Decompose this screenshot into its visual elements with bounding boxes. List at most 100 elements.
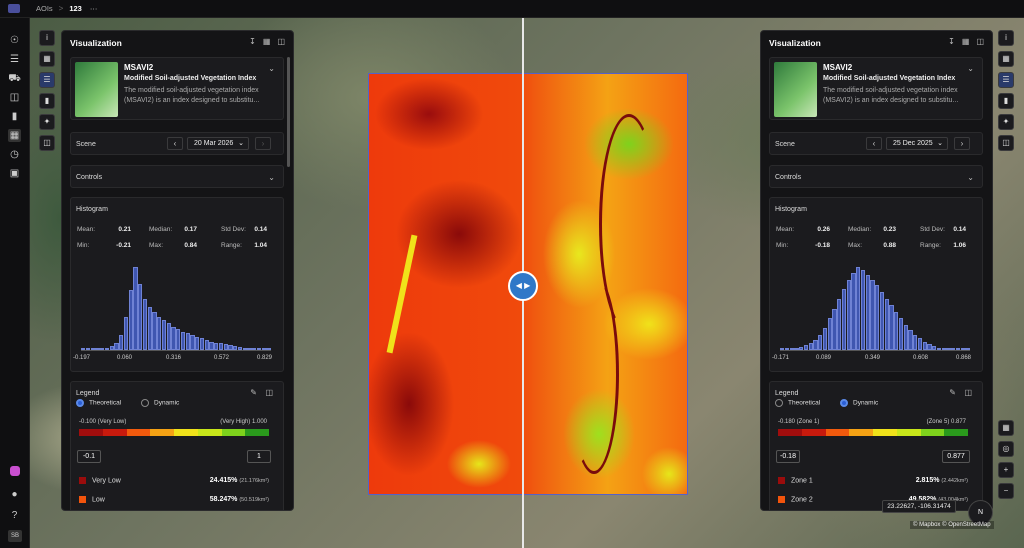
download-icon[interactable]: ↧ [249, 37, 256, 46]
chevron-down-icon[interactable]: ⌄ [268, 64, 275, 73]
layers-stack-icon[interactable]: ☰ [8, 53, 21, 66]
index-selector[interactable]: MSAVI2 Modified Soil-adjusted Vegetation… [769, 57, 983, 120]
theoretical-radio[interactable]: Theoretical [775, 399, 820, 407]
bell-icon[interactable]: ● [8, 488, 21, 501]
legend-percent: 2.815% [915, 477, 940, 484]
image-icon[interactable]: ▦ [998, 51, 1014, 67]
controls-section[interactable]: Controls ⌄ [769, 165, 983, 188]
histogram-bar [223, 344, 228, 350]
sparkle-icon[interactable]: ✦ [998, 114, 1014, 130]
sparkle-icon[interactable]: ✦ [39, 114, 55, 130]
index-description: The modified soil-adjusted vegetation in… [823, 87, 959, 104]
ramp-color-stop [102, 429, 127, 436]
range-max-input[interactable]: 0.877 [942, 450, 970, 463]
collapse-icon[interactable]: ▦ [962, 37, 970, 46]
chart-icon[interactable]: ▮ [39, 93, 55, 109]
index-thumbnail [75, 62, 118, 117]
zoom-out-button[interactable]: − [998, 483, 1014, 499]
chevron-down-icon[interactable]: ⌄ [967, 64, 974, 73]
split-view-icon[interactable]: ◫ [998, 135, 1014, 151]
mean-value: 0.26 [817, 226, 830, 233]
bar-chart-icon[interactable]: ▮ [8, 110, 21, 123]
cart-icon[interactable]: ◫ [8, 91, 21, 104]
mean-value: 0.21 [118, 226, 131, 233]
legend-row: Very Low 24.415% (21.176km²) [79, 477, 269, 484]
range-min-input[interactable]: -0.1 [77, 450, 101, 463]
range-min-input[interactable]: -0.18 [776, 450, 800, 463]
prev-scene-button[interactable]: ‹ [866, 137, 882, 150]
breadcrumb-current[interactable]: 123 [69, 4, 82, 13]
histogram-bar [100, 348, 105, 350]
export-icon[interactable]: ◫ [265, 388, 273, 397]
histogram-tick: 0.829 [257, 355, 273, 361]
map-attribution[interactable]: © Mapbox © OpenStreetMap [910, 521, 994, 529]
prev-scene-button[interactable]: ‹ [167, 137, 183, 150]
avatar[interactable]: SB [8, 530, 22, 542]
coordinates-readout: 23.22627, -106.31474 [882, 500, 956, 513]
histogram-bar [965, 348, 970, 350]
color-ramp[interactable] [79, 429, 269, 436]
histogram-bar [889, 305, 894, 350]
zoom-in-button[interactable]: + [998, 462, 1014, 478]
dynamic-radio[interactable]: Dynamic [141, 399, 179, 407]
compass-icon[interactable]: ☉ [8, 34, 21, 47]
histogram-bar [865, 275, 870, 350]
next-scene-button[interactable]: › [954, 137, 970, 150]
histogram-tick: -0.171 [772, 355, 790, 361]
range-max-input[interactable]: 1 [247, 450, 271, 463]
index-name: MSAVI2 [124, 63, 154, 72]
locate-icon[interactable]: ◎ [998, 441, 1014, 457]
help-icon[interactable]: ? [8, 509, 21, 522]
download-icon[interactable]: ↧ [948, 37, 955, 46]
apps-icon[interactable] [10, 466, 20, 476]
workflow-icon[interactable]: ◷ [8, 148, 21, 161]
panel-scrollbar[interactable] [287, 57, 290, 167]
split-view-icon[interactable]: ◫ [39, 135, 55, 151]
index-selector[interactable]: MSAVI2 Modified Soil-adjusted Vegetation… [70, 57, 284, 120]
breadcrumb-aois[interactable]: AOIs [36, 4, 53, 13]
more-icon[interactable]: ⋯ [90, 4, 98, 13]
radio-dot [76, 399, 84, 407]
histogram-tick: 0.089 [816, 355, 832, 361]
color-ramp[interactable] [778, 429, 968, 436]
sidebar-icon[interactable]: ◫ [277, 37, 285, 46]
scene-date-select[interactable]: 20 Mar 2026 ⌄ [187, 137, 249, 150]
chart-icon[interactable]: ▮ [998, 93, 1014, 109]
range-label: Range: [221, 242, 242, 249]
legend-swatch [778, 496, 785, 503]
info-icon[interactable]: i [998, 30, 1014, 46]
histogram-bar [851, 272, 856, 350]
collapse-icon[interactable]: ▦ [263, 37, 271, 46]
histogram-bar [261, 348, 266, 350]
image-icon[interactable]: ▦ [39, 51, 55, 67]
histogram-bar [81, 348, 86, 350]
chevron-down-icon[interactable]: ⌄ [268, 173, 275, 182]
dynamic-radio[interactable]: Dynamic [840, 399, 878, 407]
theoretical-radio[interactable]: Theoretical [76, 399, 121, 407]
histogram-bar [856, 267, 861, 350]
compare-split-handle[interactable]: ◀ ▶ [508, 271, 538, 301]
controls-section[interactable]: Controls ⌄ [70, 165, 284, 188]
layers-icon[interactable]: ☰ [39, 72, 55, 88]
edit-icon[interactable]: ✎ [250, 388, 257, 397]
histogram-bar [908, 330, 913, 350]
next-scene-button[interactable]: › [255, 137, 271, 150]
edit-icon[interactable]: ✎ [949, 388, 956, 397]
ramp-color-stop [174, 429, 198, 436]
map-icon[interactable]: ▦ [8, 129, 21, 142]
histogram-bar [133, 267, 138, 350]
export-icon[interactable]: ◫ [964, 388, 972, 397]
store-icon[interactable]: ▣ [8, 167, 21, 180]
map-style-icon[interactable]: ▦ [998, 420, 1014, 436]
histogram-bar [917, 338, 922, 350]
layers-icon[interactable]: ☰ [998, 72, 1014, 88]
std-value: 0.14 [254, 226, 267, 233]
sidebar-icon[interactable]: ◫ [976, 37, 984, 46]
truck-icon[interactable]: ⛟ [8, 72, 21, 85]
histogram-bar [114, 342, 119, 350]
scene-date-select[interactable]: 25 Dec 2025 ⌄ [886, 137, 948, 150]
info-icon[interactable]: i [39, 30, 55, 46]
app-logo[interactable] [8, 4, 20, 13]
scene-label: Scene [76, 141, 96, 148]
chevron-down-icon[interactable]: ⌄ [967, 173, 974, 182]
